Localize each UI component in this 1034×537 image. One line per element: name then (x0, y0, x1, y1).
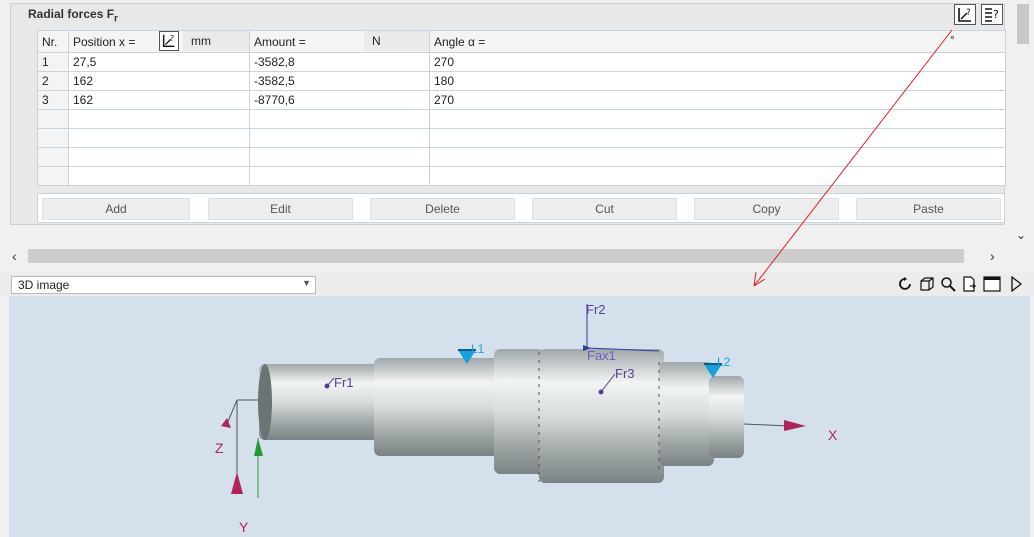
copy-button[interactable]: Copy (694, 198, 839, 220)
table-row[interactable]: 1 27,5 -3582,8 270 (37, 52, 1006, 72)
cell-angle[interactable]: 270 (429, 52, 1006, 72)
3d-viewport[interactable]: Fr1 Fr2 Fr3 Fax1 L1 L2 X Y Z (9, 296, 1030, 537)
view-mode-select[interactable]: 3D image ▼ (11, 276, 316, 294)
empty-row[interactable] (37, 147, 1006, 167)
rotate-icon[interactable] (897, 275, 915, 293)
shaft-segment-4 (539, 349, 664, 483)
amount-unit: N (364, 31, 429, 51)
cell-amount[interactable]: -3582,5 (249, 71, 430, 91)
cell-position[interactable] (68, 109, 250, 129)
cell-nr: 2 (37, 71, 69, 91)
export-icon[interactable] (960, 275, 978, 293)
cell-position[interactable] (68, 147, 250, 167)
position-sketch-icon[interactable]: ? (159, 31, 179, 51)
y-axis-label: Y (239, 519, 249, 535)
shaft-segment-3 (494, 349, 544, 474)
table-header-row: Nr. Position x = ? mm Amount = N Angle α… (37, 30, 1006, 53)
y-arrow-head (231, 472, 243, 494)
x-axis-line (743, 423, 790, 427)
cut-button[interactable]: Cut (532, 198, 677, 220)
shaft-segment-2 (374, 358, 499, 456)
bearing-l2-label: L2 (717, 355, 731, 369)
cell-angle[interactable] (429, 166, 1006, 186)
radial-forces-table: Nr. Position x = ? mm Amount = N Angle α… (37, 30, 1006, 186)
shaft (258, 349, 744, 483)
shaft-3d-scene[interactable]: Fr1 Fr2 Fr3 Fax1 L1 L2 X Y Z (9, 296, 1030, 537)
header-nr: Nr. (37, 30, 69, 53)
cell-nr: 3 (37, 90, 69, 110)
fr3-label: Fr3 (615, 366, 635, 381)
cell-angle[interactable]: 270 (429, 90, 1006, 110)
cell-nr: 1 (37, 52, 69, 72)
cell-angle[interactable]: 180 (429, 71, 1006, 91)
z-axis-label: Z (215, 440, 224, 456)
add-button[interactable]: Add (42, 198, 190, 220)
cell-nr (37, 128, 69, 148)
play-icon[interactable] (1007, 275, 1025, 293)
scroll-down-icon[interactable]: ⌄ (1016, 228, 1026, 242)
x-arrow-head (784, 420, 806, 431)
bearing-l1-label: L1 (471, 342, 485, 356)
group-title: Radial forces Fr (28, 7, 118, 25)
empty-row[interactable] (37, 128, 1006, 148)
cell-nr (37, 166, 69, 186)
table-button-bar: Add Edit Delete Cut Copy Paste (37, 193, 1005, 223)
shaft-segment-6 (709, 376, 744, 458)
fr2-label: Fr2 (586, 302, 606, 317)
window-icon[interactable] (983, 275, 1001, 293)
zoom-icon[interactable] (939, 275, 957, 293)
header-angle: Angle α = ° (429, 30, 1006, 53)
cell-amount[interactable] (249, 109, 430, 129)
cell-amount[interactable]: -3582,8 (249, 52, 430, 72)
horizontal-scroll-thumb[interactable] (28, 249, 964, 263)
cell-position[interactable]: 27,5 (68, 52, 250, 72)
shaft-segment-1 (259, 364, 379, 440)
z-axis-line (226, 399, 238, 425)
cell-nr (37, 109, 69, 129)
cell-amount[interactable] (249, 147, 430, 167)
vertical-scroll-thumb[interactable] (1017, 4, 1029, 44)
cell-position[interactable]: 162 (68, 90, 250, 110)
sketch-help-icon[interactable]: ? (954, 4, 976, 25)
cell-angle[interactable] (429, 109, 1006, 129)
list-help-icon[interactable]: ? (981, 4, 1003, 25)
cell-position[interactable]: 162 (68, 71, 250, 91)
view-toolbar: 3D image ▼ (0, 272, 1034, 296)
x-axis-label: X (828, 427, 838, 443)
radial-forces-panel: Radial forces Fr ? ? Nr. Position x = ? … (0, 0, 1034, 268)
delete-button[interactable]: Delete (370, 198, 515, 220)
header-position: Position x = ? mm (68, 30, 250, 53)
cell-nr (37, 147, 69, 167)
position-unit: mm (183, 31, 249, 51)
scroll-right-icon[interactable]: › (990, 247, 995, 265)
cell-angle[interactable] (429, 147, 1006, 167)
cell-amount[interactable]: -8770,6 (249, 90, 430, 110)
edit-button[interactable]: Edit (208, 198, 353, 220)
svg-text:?: ? (966, 8, 971, 18)
empty-row[interactable] (37, 166, 1006, 186)
fax1-label: Fax1 (587, 348, 616, 363)
cell-position[interactable] (68, 166, 250, 186)
shaft-segment-5 (659, 362, 714, 466)
header-amount: Amount = N (249, 30, 430, 53)
cube-icon[interactable] (918, 275, 936, 293)
svg-text:?: ? (993, 8, 999, 21)
table-row[interactable]: 3 162 -8770,6 270 (37, 90, 1006, 110)
cell-position[interactable] (68, 128, 250, 148)
cell-angle[interactable] (429, 128, 1006, 148)
empty-row[interactable] (37, 109, 1006, 129)
horizontal-scrollbar[interactable]: ‹ › (10, 247, 1005, 265)
scroll-left-icon[interactable]: ‹ (12, 247, 17, 265)
fr1-label: Fr1 (334, 375, 354, 390)
chevron-down-icon: ▼ (302, 278, 311, 288)
vertical-scrollbar[interactable]: ⌄ (1010, 0, 1034, 245)
shaft-end-face (258, 364, 272, 440)
angle-unit: ° (950, 33, 955, 47)
svg-text:?: ? (170, 34, 174, 43)
z-arrow-head (221, 418, 231, 428)
paste-button[interactable]: Paste (856, 198, 1001, 220)
cell-amount[interactable] (249, 128, 430, 148)
cell-amount[interactable] (249, 166, 430, 186)
table-row[interactable]: 2 162 -3582,5 180 (37, 71, 1006, 91)
